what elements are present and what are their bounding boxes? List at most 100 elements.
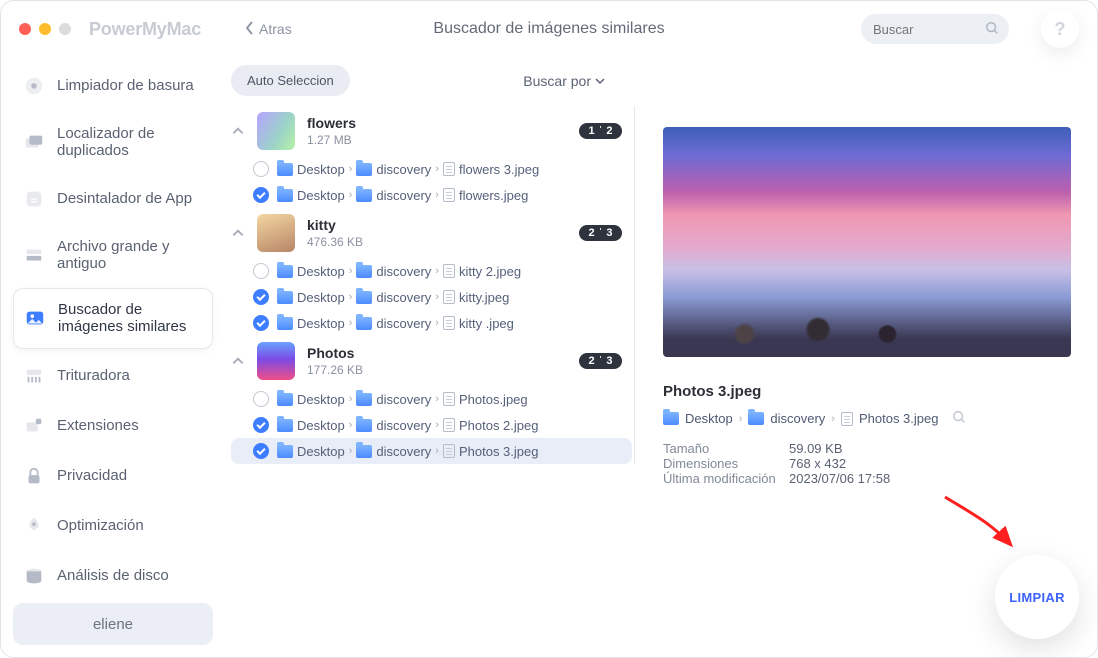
sidebar-item-similar-images[interactable]: Buscador de imágenes similares: [13, 288, 213, 349]
sidebar-item-trash-cleaner[interactable]: Limpiador de basura: [13, 63, 213, 109]
sidebar-item-label: Archivo grande y antiguo: [57, 238, 203, 273]
back-button[interactable]: Atras: [245, 21, 292, 38]
clean-button[interactable]: LIMPIAR: [995, 555, 1079, 639]
file-icon: [443, 444, 455, 458]
folder-icon: [356, 445, 372, 458]
chevron-right-icon: ›: [349, 265, 353, 277]
archive-icon: [23, 244, 45, 266]
folder-icon: [356, 393, 372, 406]
file-row[interactable]: Desktop›discovery›flowers 3.jpeg: [231, 156, 632, 182]
file-checkbox[interactable]: [253, 263, 269, 279]
file-checkbox[interactable]: [253, 289, 269, 305]
file-row[interactable]: Desktop›discovery›Photos 2.jpeg: [231, 412, 632, 438]
chevron-right-icon: ›: [349, 291, 353, 303]
sidebar-item-disk-analysis[interactable]: Análisis de disco: [13, 553, 213, 599]
preview-metadata: Tamaño59.09 KB Dimensiones768 x 432 Últi…: [663, 441, 1071, 486]
chevron-right-icon: ›: [349, 163, 353, 175]
preview-panel: Photos 3.jpeg Desktop›discovery›Photos 3…: [635, 63, 1097, 657]
chevron-up-icon[interactable]: [231, 124, 245, 138]
file-icon: [443, 188, 455, 202]
folder-icon: [356, 317, 372, 330]
image-icon: [24, 307, 46, 329]
file-row[interactable]: Desktop›discovery›Photos.jpeg: [231, 386, 632, 412]
gear-icon: [23, 75, 45, 97]
folder-icon: [356, 265, 372, 278]
folders-icon: [23, 131, 45, 153]
file-row[interactable]: Desktop›discovery›kitty .jpeg: [231, 310, 632, 336]
sidebar-item-privacy[interactable]: Privacidad: [13, 453, 213, 499]
file-icon: [443, 418, 455, 432]
disk-icon: [23, 565, 45, 587]
file-row[interactable]: Desktop›discovery›Photos 3.jpeg: [231, 438, 632, 464]
file-row[interactable]: Desktop›discovery›flowers.jpeg: [231, 182, 632, 208]
chevron-right-icon: ›: [349, 445, 353, 457]
chevron-right-icon: ›: [349, 419, 353, 431]
path-segment: discovery: [376, 444, 431, 459]
window-controls[interactable]: [19, 23, 71, 35]
file-row[interactable]: Desktop›discovery›kitty.jpeg: [231, 284, 632, 310]
path-segment: Desktop: [685, 411, 733, 426]
meta-dim-label: Dimensiones: [663, 456, 781, 471]
chevron-left-icon: [245, 21, 255, 38]
sidebar-item-large-old[interactable]: Archivo grande y antiguo: [13, 226, 213, 285]
help-button[interactable]: ?: [1041, 10, 1079, 48]
close-window[interactable]: [19, 23, 31, 35]
sidebar-item-duplicate-finder[interactable]: Localizador de duplicados: [13, 113, 213, 172]
sidebar-item-label: Buscador de imágenes similares: [58, 301, 202, 336]
path-segment: Desktop: [297, 264, 345, 279]
file-icon: [443, 264, 455, 278]
file-name: Photos 3.jpeg: [459, 444, 539, 459]
group-header[interactable]: Photos177.26 KB2 ˈ 3: [231, 336, 632, 386]
group-header[interactable]: flowers1.27 MB1 ˈ 2: [231, 106, 632, 156]
folder-icon: [277, 163, 293, 176]
folder-icon: [356, 291, 372, 304]
user-chip[interactable]: eliene: [13, 603, 213, 645]
file-path: Desktop›discovery›kitty .jpeg: [277, 316, 514, 331]
sidebar-item-label: Localizador de duplicados: [57, 125, 203, 160]
file-checkbox[interactable]: [253, 443, 269, 459]
file-path: Desktop›discovery›Photos.jpeg: [277, 392, 528, 407]
path-segment: discovery: [376, 264, 431, 279]
path-segment: Desktop: [297, 290, 345, 305]
sidebar-item-shredder[interactable]: Trituradora: [13, 353, 213, 399]
search-box[interactable]: [861, 14, 1009, 44]
meta-size-label: Tamaño: [663, 441, 781, 456]
folder-icon: [277, 291, 293, 304]
zoom-window[interactable]: [59, 23, 71, 35]
group-header[interactable]: kitty476.36 KB2 ˈ 3: [231, 208, 632, 258]
folder-icon: [277, 393, 293, 406]
folder-icon: [663, 412, 679, 425]
sidebar-item-label: Desintalador de App: [57, 190, 192, 207]
file-path: Desktop›discovery›kitty 2.jpeg: [277, 264, 521, 279]
file-name: flowers.jpeg: [459, 188, 528, 203]
file-checkbox[interactable]: [253, 187, 269, 203]
sidebar-item-extensions[interactable]: Extensiones: [13, 403, 213, 449]
sidebar-item-uninstaller[interactable]: Desintalador de App: [13, 176, 213, 222]
file-name: kitty .jpeg: [459, 316, 514, 331]
file-checkbox[interactable]: [253, 391, 269, 407]
preview-path: Desktop›discovery›Photos 3.jpeg: [663, 410, 1071, 427]
sidebar: Limpiador de basura Localizador de dupli…: [1, 57, 225, 657]
folder-icon: [277, 265, 293, 278]
minimize-window[interactable]: [39, 23, 51, 35]
file-checkbox[interactable]: [253, 315, 269, 331]
file-path: Desktop›discovery›flowers 3.jpeg: [277, 162, 539, 177]
sidebar-item-label: Trituradora: [57, 367, 130, 384]
auto-select-button[interactable]: Auto Seleccion: [231, 65, 350, 96]
file-checkbox[interactable]: [253, 161, 269, 177]
results-list[interactable]: flowers1.27 MB1 ˈ 2Desktop›discovery›flo…: [231, 106, 635, 464]
chevron-right-icon: ›: [435, 291, 439, 303]
meta-mod-label: Última modificación: [663, 471, 781, 486]
file-checkbox[interactable]: [253, 417, 269, 433]
results-toolbar: Auto Seleccion Buscar por: [231, 63, 635, 106]
search-input[interactable]: [871, 21, 979, 38]
chevron-up-icon[interactable]: [231, 354, 245, 368]
sidebar-item-optimization[interactable]: Optimización: [13, 503, 213, 549]
file-name: Photos 3.jpeg: [859, 411, 939, 426]
reveal-in-finder-icon[interactable]: [952, 410, 966, 427]
chevron-up-icon[interactable]: [231, 226, 245, 240]
search-icon: [985, 21, 999, 38]
sort-button[interactable]: Buscar por: [523, 73, 605, 89]
file-row[interactable]: Desktop›discovery›kitty 2.jpeg: [231, 258, 632, 284]
group-size: 177.26 KB: [307, 363, 363, 377]
